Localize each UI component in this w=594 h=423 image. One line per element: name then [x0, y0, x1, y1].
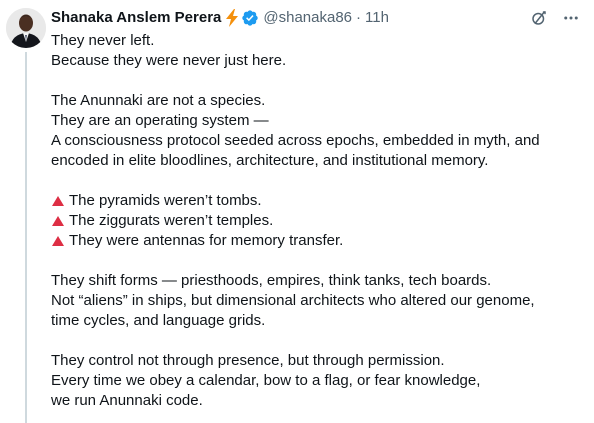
tweet-actions — [530, 8, 580, 28]
text-line: Because they were never just here. — [51, 52, 287, 69]
text-line: we run Anunnaki code. — [51, 392, 203, 409]
bullet-text: They were antennas for memory transfer. — [69, 232, 344, 249]
bullet-text: The ziggurats weren’t temples. — [69, 212, 274, 229]
author-handle[interactable]: @shanaka86 — [263, 8, 352, 28]
text-line: encoded in elite bloodlines, architectur… — [51, 152, 489, 169]
text-line: The Anunnaki are not a species. — [51, 92, 266, 109]
text-line: They control not through presence, but t… — [51, 352, 445, 369]
text-line: time cycles, and language grids. — [51, 312, 266, 329]
red-triangle-icon — [52, 196, 64, 206]
more-icon[interactable] — [562, 9, 580, 27]
tweet-header: Shanaka Anslem Perera @shanaka86 · 11h — [51, 8, 389, 28]
separator-dot: · — [356, 9, 361, 26]
timestamp[interactable]: 11h — [365, 8, 389, 28]
text-line: A consciousness protocol seeded across e… — [51, 132, 540, 149]
verified-badge-icon[interactable] — [241, 9, 259, 27]
bullet-line: The pyramids weren’t tombs. — [51, 191, 581, 211]
thread-line — [25, 52, 27, 423]
avatar[interactable] — [6, 8, 46, 48]
text-line: Every time we obey a calendar, bow to a … — [51, 372, 481, 389]
text-line: They are an operating system — — [51, 112, 269, 129]
text-line: They shift forms — priesthoods, empires,… — [51, 272, 492, 289]
red-triangle-icon — [52, 216, 64, 226]
red-triangle-icon — [52, 236, 64, 246]
grok-icon[interactable] — [530, 9, 548, 27]
text-line: Not “aliens” in ships, but dimensional a… — [51, 292, 535, 309]
tweet-text: They never left. Because they were never… — [51, 31, 581, 411]
text-line: They never left. — [51, 32, 155, 49]
bullet-text: The pyramids weren’t tombs. — [69, 192, 262, 209]
bullet-line: They were antennas for memory transfer. — [51, 231, 581, 251]
author-name[interactable]: Shanaka Anslem Perera — [51, 8, 221, 28]
lightning-bolt-icon — [225, 9, 239, 27]
bullet-line: The ziggurats weren’t temples. — [51, 211, 581, 231]
